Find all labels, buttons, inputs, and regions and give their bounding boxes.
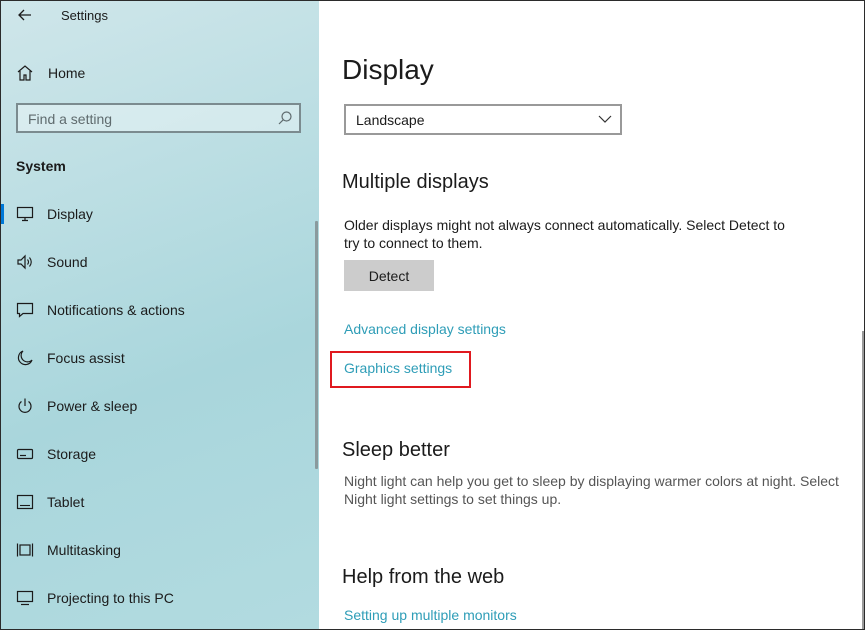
setting-up-multiple-monitors-link[interactable]: Setting up multiple monitors — [344, 607, 517, 623]
tablet-icon — [15, 492, 35, 512]
sidebar: Settings Home Find a setting System Disp… — [1, 1, 319, 629]
sidebar-item-power-sleep[interactable]: Power & sleep — [1, 382, 319, 430]
back-arrow-icon[interactable] — [15, 5, 35, 25]
search-placeholder: Find a setting — [28, 111, 113, 127]
sidebar-item-focus-assist[interactable]: Focus assist — [1, 334, 319, 382]
sleep-better-line1: Night light can help you get to sleep by… — [344, 473, 839, 489]
sidebar-item-display[interactable]: Display — [1, 190, 319, 238]
monitor-icon — [15, 204, 35, 224]
settings-window: Settings Home Find a setting System Disp… — [0, 0, 865, 630]
sidebar-item-projecting[interactable]: Projecting to this PC — [1, 574, 319, 622]
orientation-value: Landscape — [356, 112, 425, 128]
home-icon — [15, 63, 35, 83]
speaker-icon — [15, 252, 35, 272]
section-title: System — [16, 158, 66, 174]
main-content: Display Landscape Multiple displays Olde… — [319, 1, 864, 629]
selected-indicator — [1, 204, 4, 224]
search-input[interactable]: Find a setting — [16, 103, 301, 133]
detect-button[interactable]: Detect — [344, 260, 434, 291]
search-icon[interactable] — [277, 110, 293, 126]
multiple-displays-heading: Multiple displays — [342, 171, 489, 193]
sidebar-nav: Display Sound Notifications & actions Fo… — [1, 190, 319, 622]
sidebar-scrollbar[interactable] — [315, 221, 318, 469]
sidebar-item-tablet[interactable]: Tablet — [1, 478, 319, 526]
multitasking-icon — [15, 540, 35, 560]
page-title: Display — [342, 54, 434, 85]
advanced-display-settings-link[interactable]: Advanced display settings — [344, 321, 506, 337]
sidebar-item-sound[interactable]: Sound — [1, 238, 319, 286]
graphics-settings-link[interactable]: Graphics settings — [344, 360, 452, 376]
home-link[interactable]: Home — [15, 61, 85, 85]
sidebar-item-label: Storage — [47, 446, 97, 462]
notification-icon — [15, 300, 35, 320]
app-title: Settings — [61, 8, 108, 23]
sidebar-item-label: Multitasking — [47, 542, 121, 558]
sidebar-item-label: Notifications & actions — [47, 302, 185, 318]
home-label: Home — [48, 65, 86, 81]
multiple-displays-description-line2: try to connect to them. — [344, 235, 483, 251]
sidebar-item-storage[interactable]: Storage — [1, 430, 319, 478]
sidebar-item-label: Sound — [47, 254, 88, 270]
sidebar-item-label: Focus assist — [47, 350, 125, 366]
projector-icon — [15, 588, 35, 608]
sidebar-item-label: Power & sleep — [47, 398, 138, 414]
sidebar-item-label: Projecting to this PC — [47, 590, 174, 606]
orientation-dropdown[interactable]: Landscape — [344, 104, 622, 135]
chevron-down-icon — [598, 115, 612, 123]
help-heading: Help from the web — [342, 566, 505, 588]
sidebar-item-notifications[interactable]: Notifications & actions — [1, 286, 319, 334]
sleep-better-heading: Sleep better — [342, 439, 450, 461]
main-scrollbar[interactable] — [862, 331, 864, 629]
multiple-displays-description-line1: Older displays might not always connect … — [344, 217, 785, 233]
moon-icon — [15, 348, 35, 368]
sidebar-item-label: Tablet — [47, 494, 85, 510]
sidebar-item-multitasking[interactable]: Multitasking — [1, 526, 319, 574]
sleep-better-line2: Night light settings to set things up. — [344, 491, 562, 507]
power-icon — [15, 396, 35, 416]
sidebar-item-label: Display — [47, 206, 93, 222]
storage-icon — [15, 444, 35, 464]
